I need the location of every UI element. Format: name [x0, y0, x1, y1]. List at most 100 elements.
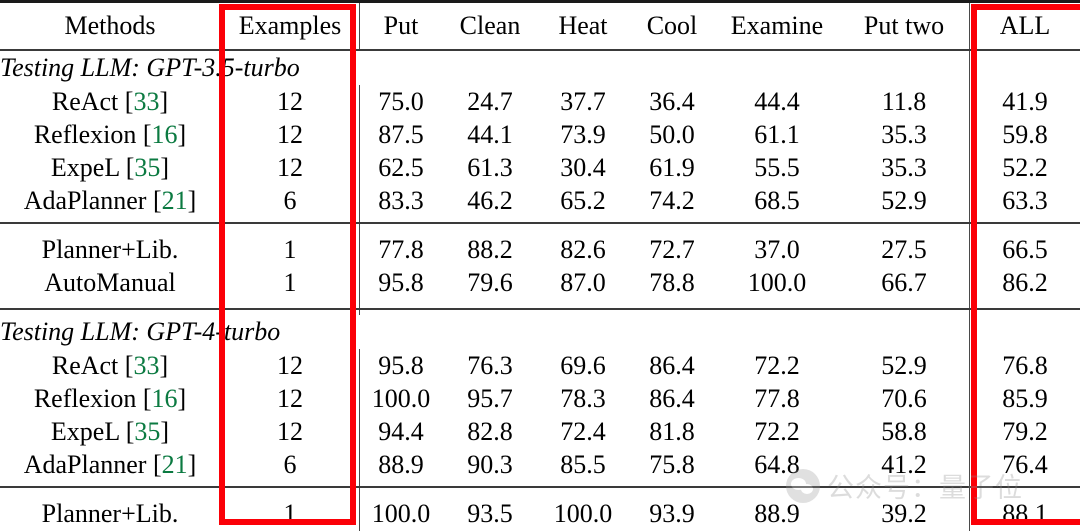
group-spacer — [0, 488, 1080, 497]
value-cell-put: 100.0 — [371, 383, 431, 413]
value-cell-all: 76.8 — [1002, 350, 1048, 380]
method-name: Planner+Lib. — [41, 498, 179, 528]
method-name-cell: AdaPlanner [21] — [23, 185, 197, 215]
table-figure: Methods Examples Put Clean Heat Cool Examine Pu… — [0, 0, 1080, 531]
value-cell-clean: 88.2 — [467, 234, 513, 264]
value-cell-put: 95.8 — [378, 267, 424, 297]
table-row: ExpeL [35] 12 62.5 61.3 30.4 61.9 55.5 35.3 52.2 — [0, 151, 1080, 184]
examples-cell: 12 — [220, 151, 360, 184]
value-cell-examine: 72.2 — [754, 350, 800, 380]
value-cell-all: 52.2 — [1002, 152, 1048, 182]
value-cell-put_two: 41.2 — [838, 448, 970, 481]
method-name: Planner+Lib. — [41, 234, 179, 264]
examples-cell: 1 — [220, 266, 360, 299]
value-cell-all: 59.8 — [1002, 119, 1048, 149]
group-title: Testing LLM: GPT-4-turbo — [0, 317, 281, 346]
column-header-examples: Examples — [220, 3, 360, 50]
table-row: AdaPlanner [21] 6 83.3 46.2 65.2 74.2 68.5 52.9… — [0, 184, 1080, 217]
examples-cell: 1 — [220, 497, 360, 530]
method-name: AdaPlanner — [23, 449, 147, 479]
method-name: ReAct — [51, 86, 119, 116]
value-cell-all: 63.3 — [1002, 185, 1048, 215]
method-name: ReAct — [51, 350, 119, 380]
value-cell-put_two: 35.3 — [838, 118, 970, 151]
group-title-row: Testing LLM: GPT-4-turbo — [0, 315, 1080, 349]
value-cell-examine: 68.5 — [754, 185, 800, 215]
value-cell-clean: 82.8 — [467, 416, 513, 446]
method-name-cell: Planner+Lib. — [0, 233, 220, 266]
examples-cell: 12 — [220, 85, 360, 118]
table-row: Planner+Lib. 1 100.0 93.5 100.0 93.9 88.9 39.2 8… — [0, 497, 1080, 530]
value-cell-all: 66.5 — [1002, 234, 1048, 264]
value-cell-all: 41.9 — [1002, 86, 1048, 116]
value-cell-all: 85.9 — [1002, 383, 1048, 413]
table-header-row: Methods Examples Put Clean Heat Cool Examine Pu… — [0, 3, 1080, 50]
examples-cell: 6 — [220, 184, 360, 217]
method-name: ExpeL — [50, 416, 120, 446]
citation-link[interactable]: 35 — [134, 417, 160, 446]
group-title: Testing LLM: GPT-3.5-turbo — [0, 53, 300, 82]
table-row: Reflexion [16] 12 100.0 95.7 78.3 86.4 77.8 70.… — [0, 382, 1080, 415]
value-cell-heat: 65.2 — [560, 185, 606, 215]
table-row: Reflexion [16] 12 87.5 44.1 73.9 50.0 61.1 35.3… — [0, 118, 1080, 151]
citation-link[interactable]: 16 — [152, 120, 178, 149]
value-cell-put: 75.0 — [378, 86, 424, 116]
value-cell-put: 77.8 — [378, 234, 424, 264]
citation-link[interactable]: 21 — [162, 186, 188, 215]
column-header-methods: Methods — [64, 11, 156, 40]
value-cell-put_two: 52.9 — [838, 184, 970, 217]
value-cell-clean: 76.3 — [467, 350, 513, 380]
value-cell-clean: 93.5 — [467, 498, 513, 528]
citation-link[interactable]: 33 — [133, 87, 159, 116]
citation-link[interactable]: 16 — [152, 384, 178, 413]
value-cell-cool: 86.4 — [649, 350, 695, 380]
examples-cell: 1 — [220, 233, 360, 266]
value-cell-heat: 78.3 — [560, 383, 606, 413]
value-cell-put: 83.3 — [378, 185, 424, 215]
results-table: Methods Examples Put Clean Heat Cool Examine Pu… — [0, 0, 1080, 531]
value-cell-heat: 30.4 — [560, 152, 606, 182]
value-cell-put_two: 52.9 — [838, 349, 970, 382]
value-cell-heat: 87.0 — [560, 267, 606, 297]
column-header-all: ALL — [999, 11, 1051, 40]
value-cell-heat: 37.7 — [560, 86, 606, 116]
method-name-cell: AdaPlanner [21] — [23, 449, 197, 479]
column-header-cool: Cool — [646, 11, 698, 40]
group-spacer — [0, 299, 1080, 309]
citation-link[interactable]: 33 — [133, 351, 159, 380]
method-name: AutoManual — [44, 267, 176, 297]
method-name-cell: ExpeL [35] — [50, 416, 170, 446]
value-cell-heat: 72.4 — [560, 416, 606, 446]
group-title-row: Testing LLM: GPT-3.5-turbo — [0, 51, 1080, 85]
value-cell-put: 94.4 — [378, 416, 424, 446]
value-cell-heat: 100.0 — [553, 498, 613, 528]
column-header-heat: Heat — [558, 11, 608, 40]
value-cell-put: 88.9 — [378, 449, 424, 479]
value-cell-examine: 88.9 — [754, 498, 800, 528]
value-cell-examine: 72.2 — [754, 416, 800, 446]
value-cell-put: 100.0 — [371, 498, 431, 528]
value-cell-clean: 24.7 — [467, 86, 513, 116]
value-cell-heat: 69.6 — [560, 350, 606, 380]
method-name-cell: Reflexion [16] — [33, 383, 187, 413]
method-name: Reflexion — [33, 383, 137, 413]
method-name-cell: ReAct [33] — [51, 350, 169, 380]
column-header-put: Put — [383, 11, 419, 40]
table-row: ReAct [33] 12 95.8 76.3 69.6 86.4 72.2 52.9 76.8 — [0, 349, 1080, 382]
value-cell-examine: 100.0 — [747, 267, 807, 297]
value-cell-all: 88.1 — [1002, 498, 1048, 528]
value-cell-cool: 74.2 — [649, 185, 695, 215]
examples-cell: 12 — [220, 118, 360, 151]
examples-cell: 12 — [220, 415, 360, 448]
value-cell-put_two: 58.8 — [838, 415, 970, 448]
examples-cell: 12 — [220, 382, 360, 415]
table-row: AutoManual 1 95.8 79.6 87.0 78.8 100.0 66.7 86.2 — [0, 266, 1080, 299]
citation-link[interactable]: 21 — [162, 450, 188, 479]
table-row: AdaPlanner [21] 6 88.9 90.3 85.5 75.8 64.8 41.2… — [0, 448, 1080, 481]
group-spacer — [0, 224, 1080, 233]
citation-link[interactable]: 35 — [134, 153, 160, 182]
table-row: ReAct [33] 12 75.0 24.7 37.7 36.4 44.4 11.8 41.9 — [0, 85, 1080, 118]
column-header-put_two: Put two — [838, 3, 970, 50]
value-cell-examine: 61.1 — [754, 119, 800, 149]
value-cell-clean: 79.6 — [467, 267, 513, 297]
